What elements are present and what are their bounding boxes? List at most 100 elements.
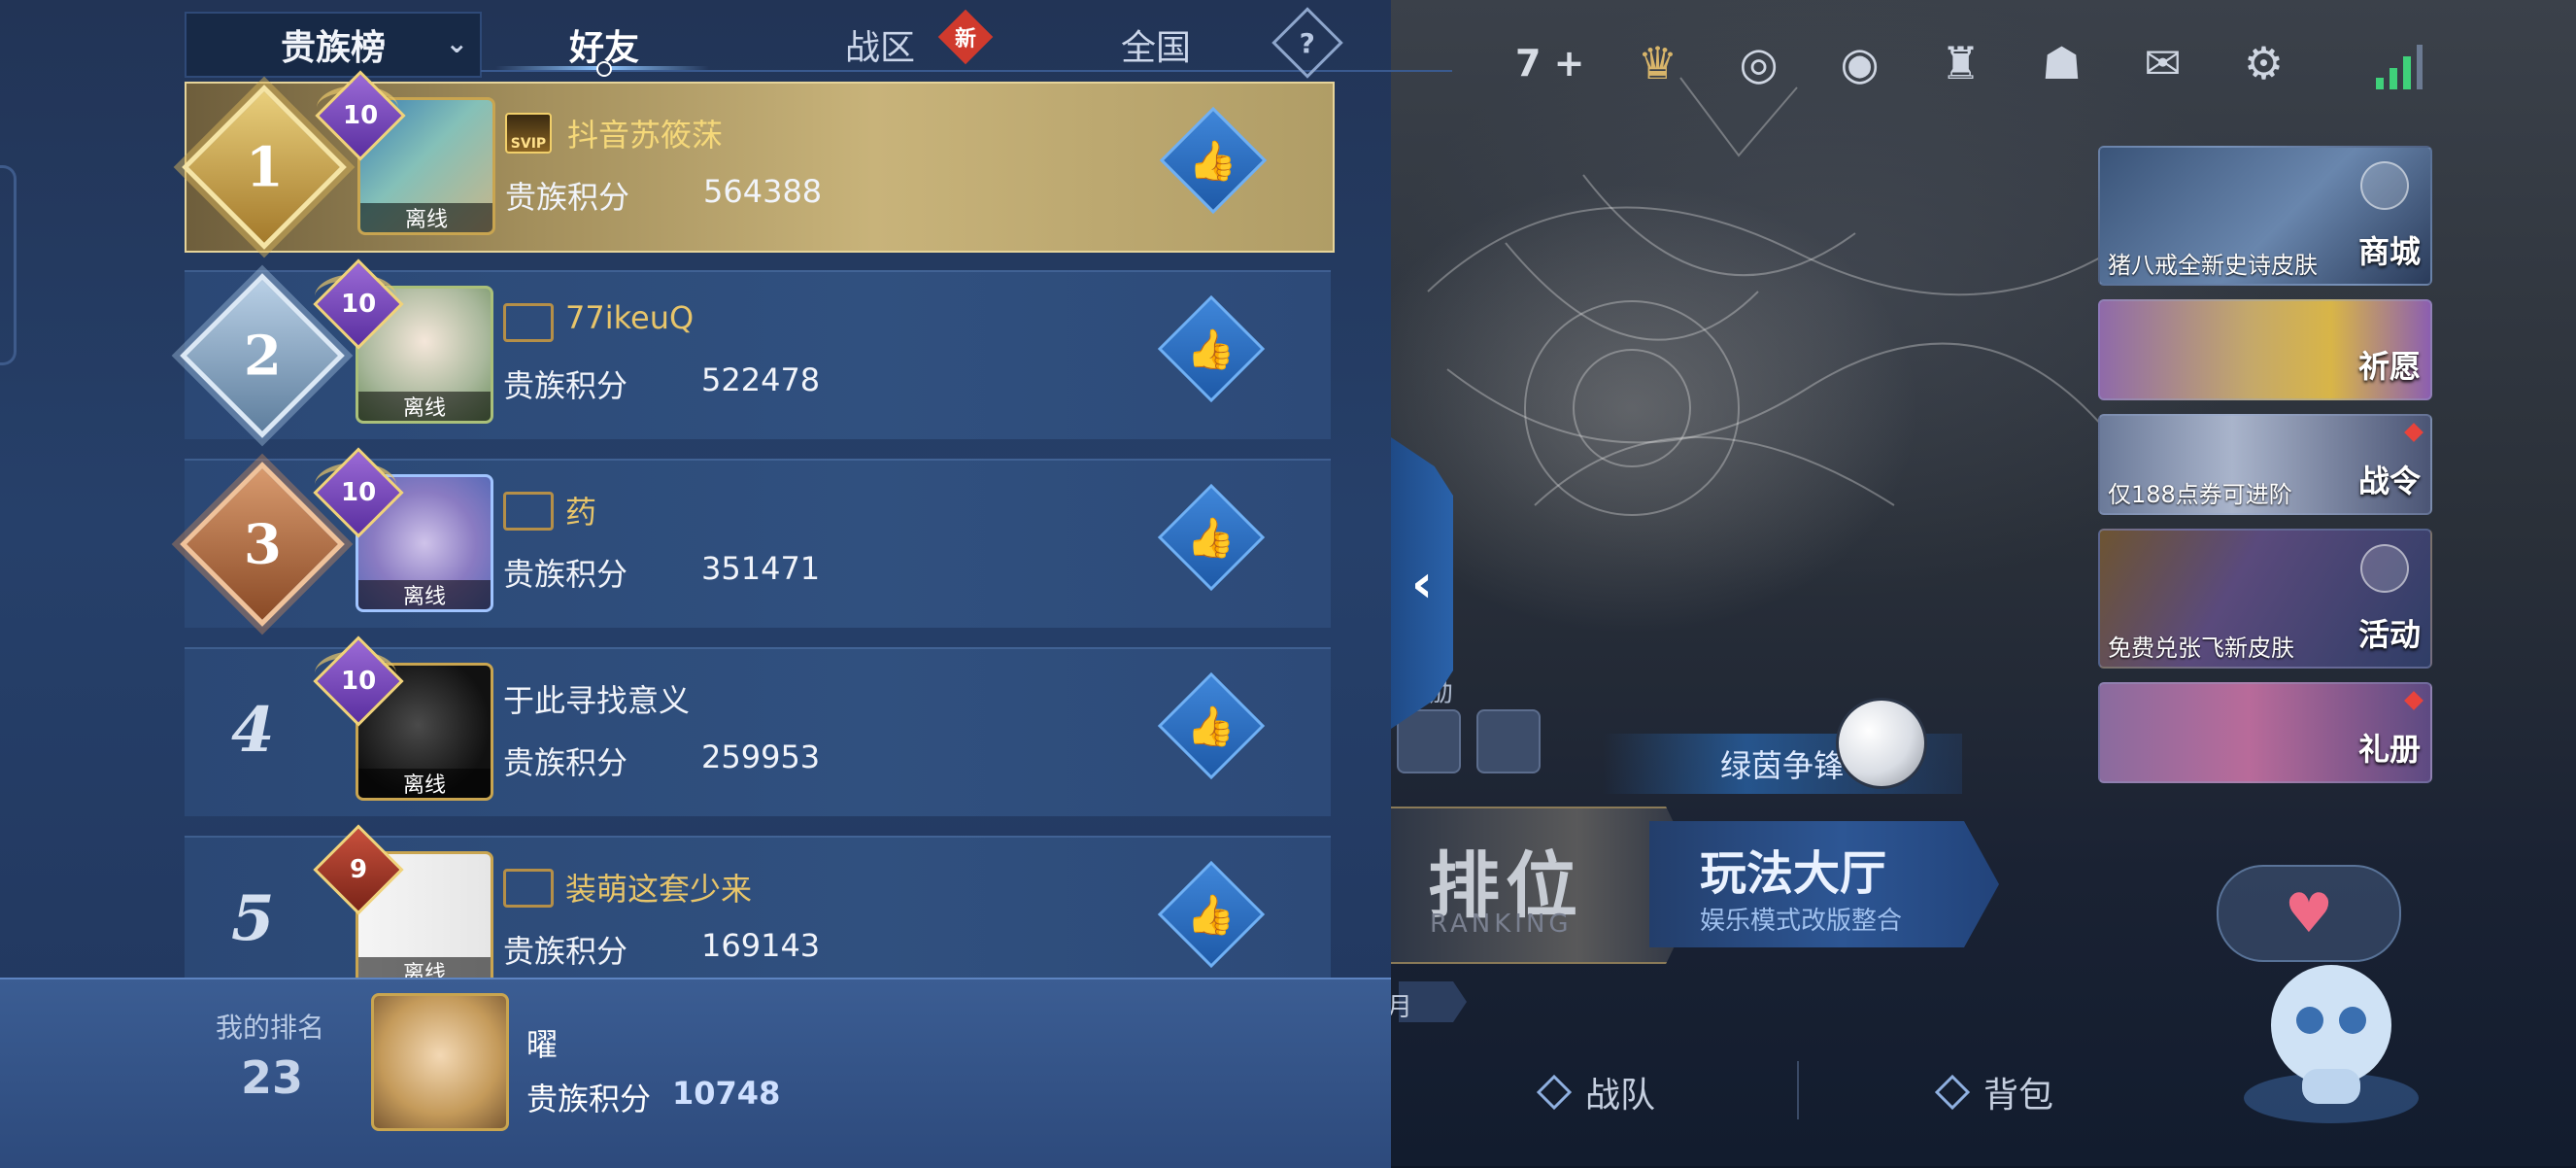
- my-rank-number: 23: [241, 1051, 304, 1104]
- trophy-icon[interactable]: ♜: [1927, 29, 1995, 97]
- tab-national[interactable]: 全国: [1121, 19, 1191, 70]
- offline-status: 离线: [360, 203, 492, 232]
- my-score-label: 贵族积分: [526, 1081, 652, 1117]
- new-badge: 新: [937, 9, 994, 65]
- card-events[interactable]: 免费兑张飞新皮肤 活动: [2098, 529, 2432, 669]
- nameplate-icon: [503, 492, 554, 531]
- card-subtitle: 仅188点券可进阶: [2108, 481, 2292, 508]
- rank-number: 4: [231, 694, 275, 767]
- like-button[interactable]: 👍: [1157, 483, 1266, 592]
- my-score-value: 10748: [672, 1075, 781, 1112]
- card-label: 战令: [2357, 463, 2421, 499]
- gear-icon[interactable]: ⚙: [2230, 29, 2298, 97]
- noble-level: 10: [342, 101, 379, 130]
- my-rank-label: 我的排名: [216, 1012, 325, 1044]
- friends-icon[interactable]: ☗: [2028, 29, 2096, 97]
- bottom-nav: 战队 背包: [1389, 1028, 2263, 1145]
- rank-number: 1: [245, 135, 284, 199]
- leaderboard-row[interactable]: 3 离线 10 药 贵族积分 351471 👍: [180, 447, 1331, 628]
- noble-level: 10: [340, 478, 377, 507]
- leaderboard-row[interactable]: 4 离线 10 于此寻找意义 贵族积分 259953 👍: [185, 636, 1331, 816]
- like-button[interactable]: 👍: [1157, 671, 1266, 780]
- player-name: 77ikeuQ: [565, 299, 695, 336]
- svip-label: SVIP: [510, 136, 547, 152]
- divider: [1797, 1061, 1799, 1119]
- nameplate-icon: [503, 869, 554, 908]
- target-icon[interactable]: ◎: [1725, 29, 1793, 97]
- offline-status: 离线: [358, 769, 491, 798]
- reward-chest-icon[interactable]: [1397, 709, 1461, 773]
- mascot-pet[interactable]: [2234, 855, 2428, 1147]
- play-hall-label: 玩法大厅: [1700, 846, 1887, 901]
- notification-dot: [2404, 423, 2423, 442]
- help-glyph: ?: [1299, 26, 1316, 59]
- player-name: 抖音苏筱莯: [567, 117, 724, 154]
- ranked-sublabel: RANKING: [1430, 910, 1573, 939]
- score-value: 351471: [701, 550, 821, 587]
- noble-level: 10: [340, 290, 377, 319]
- tab-region[interactable]: 战区: [845, 19, 915, 70]
- soccer-ball-icon[interactable]: [1836, 698, 1927, 789]
- player-name: 药: [565, 494, 597, 531]
- gift-icon: [2360, 544, 2409, 593]
- thumbs-up-icon: 👍: [1187, 326, 1236, 372]
- leaderboard-tabbar: 贵族榜 ⌄ 好友 战区 新 全国 ?: [185, 7, 1452, 79]
- leaderboard-row[interactable]: 2 离线 10 77ikeuQ 贵族积分 522478 👍: [180, 258, 1331, 439]
- like-button[interactable]: 👍: [1157, 860, 1266, 969]
- card-label: 活动: [2357, 616, 2421, 653]
- mail-icon[interactable]: ✉: [2129, 29, 2197, 97]
- reward-item-icon[interactable]: [1476, 709, 1541, 773]
- backpack-icon: [1934, 1074, 1971, 1111]
- friend-count[interactable]: 7 +: [1515, 42, 1585, 85]
- card-subtitle: 猪八戒全新史诗皮肤: [2108, 252, 2318, 279]
- score-value: 169143: [701, 927, 821, 964]
- like-button[interactable]: 👍: [1159, 106, 1268, 215]
- card-label: 祈愿: [2357, 348, 2421, 385]
- my-avatar[interactable]: [371, 993, 509, 1131]
- player-name: 装萌这套少来: [565, 871, 753, 908]
- team-label: 战队: [1585, 1076, 1656, 1116]
- crown-icon[interactable]: ♛: [1624, 29, 1692, 97]
- score-label: 贵族积分: [503, 367, 628, 404]
- play-hall-button[interactable]: 玩法大厅 娱乐模式改版整合: [1649, 821, 1999, 947]
- svip-icon: SVIP: [505, 113, 552, 154]
- score-label: 贵族积分: [505, 179, 630, 216]
- thumbs-up-icon: 👍: [1187, 704, 1236, 749]
- team-button[interactable]: 战队: [1535, 1067, 1655, 1117]
- card-gift-book[interactable]: 礼册: [2098, 682, 2432, 783]
- shop-icon: [2360, 161, 2409, 210]
- help-icon[interactable]: ?: [1271, 7, 1343, 79]
- backpack-button[interactable]: 背包: [1933, 1067, 2053, 1117]
- card-label: 礼册: [2357, 731, 2421, 768]
- card-shop[interactable]: 猪八戒全新史诗皮肤 商城: [2098, 146, 2432, 286]
- card-subtitle: 免费兑张飞新皮肤: [2108, 635, 2294, 662]
- card-wish[interactable]: 祈愿: [2098, 299, 2432, 400]
- noble-level: 9: [349, 855, 368, 884]
- top-toolbar: 7 + ♛ ◎ ◉ ♜ ☗ ✉ ⚙: [1515, 29, 2331, 97]
- card-battle-pass[interactable]: 仅188点券可进阶 战令: [2098, 414, 2432, 515]
- team-icon: [1536, 1074, 1573, 1111]
- event-label: 绿茵争锋: [1719, 747, 1845, 784]
- like-button[interactable]: 👍: [1157, 294, 1266, 403]
- board-type-dropdown[interactable]: 贵族榜 ⌄: [185, 12, 482, 78]
- thumbs-up-icon: 👍: [1189, 138, 1237, 184]
- my-rank-bar: 我的排名 23 曜 贵族积分 10748: [0, 978, 1391, 1168]
- player-name: 于此寻找意义: [503, 682, 691, 719]
- leaderboard-row[interactable]: 1 离线 10 SVIP 抖音苏筱莯 贵族积分 564388 👍: [182, 70, 1335, 253]
- dropdown-label: 贵族榜: [280, 28, 386, 68]
- score-label: 贵族积分: [503, 556, 628, 593]
- nameplate-icon: [503, 303, 554, 342]
- score-value: 259953: [701, 739, 821, 775]
- rank-number: 2: [243, 324, 282, 388]
- side-menu: 猪八戒全新史诗皮肤 商城 祈愿 仅188点券可进阶 战令 免费兑张飞新皮肤 活动…: [2098, 146, 2432, 797]
- noble-level: 10: [340, 667, 377, 696]
- play-hall-sublabel: 娱乐模式改版整合: [1700, 907, 1903, 936]
- score-value: 564388: [703, 173, 823, 210]
- leaderboard-panel: 贵族榜 ⌄ 好友 战区 新 全国 ? 1 离线 10 SVIP 抖音苏筱莯 贵族…: [0, 0, 1452, 1168]
- eye-icon[interactable]: ◉: [1826, 29, 1894, 97]
- new-badge-label: 新: [954, 26, 977, 52]
- offline-status: 离线: [358, 580, 491, 609]
- offline-status: 离线: [358, 392, 491, 421]
- thumbs-up-icon: 👍: [1187, 892, 1236, 938]
- backpack-label: 背包: [1983, 1076, 2054, 1116]
